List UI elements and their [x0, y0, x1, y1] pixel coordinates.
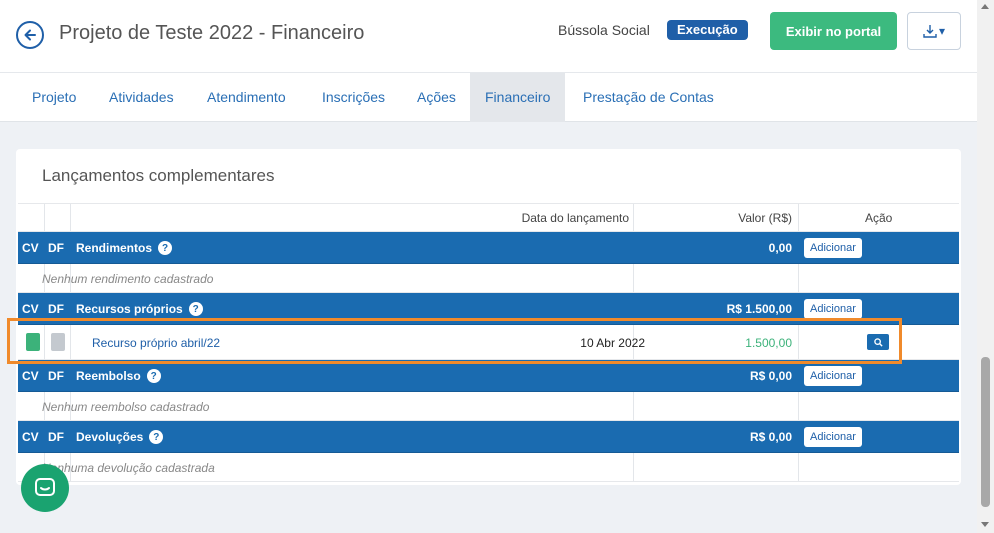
document-icon[interactable]	[51, 333, 65, 351]
tab-atividades[interactable]: Atividades	[94, 73, 189, 122]
cv-label: CV	[22, 369, 39, 383]
tab-atendimento[interactable]: Atendimento	[192, 73, 301, 122]
tab-inscricoes[interactable]: Inscrições	[307, 73, 400, 122]
caret-down-icon: ▾	[938, 24, 946, 38]
group-row-reembolso: CV DF Reembolso? R$ 0,00 Adicionar	[18, 360, 959, 392]
cv-label: CV	[22, 430, 39, 444]
empty-row: Nenhuma devolução cadastrada	[18, 453, 959, 482]
view-entry-button[interactable]	[867, 334, 889, 350]
tab-projeto[interactable]: Projeto	[17, 73, 91, 122]
status-badge: Execução	[667, 20, 748, 40]
column-header-action: Ação	[865, 211, 893, 225]
page-header: Projeto de Teste 2022 - Financeiro Bússo…	[0, 0, 977, 72]
page-scrollbar[interactable]	[977, 0, 994, 533]
tab-bar: Projeto Atividades Atendimento Inscriçõe…	[0, 72, 977, 122]
help-icon[interactable]: ?	[146, 369, 161, 383]
df-label: DF	[48, 302, 64, 316]
group-row-recursos-proprios: CV DF Recursos próprios? R$ 1.500,00 Adi…	[18, 293, 959, 325]
scroll-up-icon[interactable]	[981, 4, 989, 9]
group-name: Recursos próprios	[76, 302, 183, 316]
column-header-date: Data do lançamento	[521, 211, 629, 225]
df-label: DF	[48, 369, 64, 383]
empty-message: Nenhuma devolução cadastrada	[42, 461, 215, 475]
df-label: DF	[48, 430, 64, 444]
group-row-rendimentos: CV DF Rendimentos? 0,00 Adicionar	[18, 232, 959, 264]
entry-value: 1.500,00	[745, 336, 792, 350]
entries-table: Data do lançamento Valor (R$) Ação CV DF…	[18, 203, 959, 482]
empty-row: Nenhum reembolso cadastrado	[18, 392, 959, 421]
group-name: Devoluções	[76, 430, 144, 444]
group-row-devolucoes: CV DF Devoluções? R$ 0,00 Adicionar	[18, 421, 959, 453]
group-total: R$ 1.500,00	[726, 302, 792, 316]
help-icon[interactable]: ?	[188, 302, 203, 316]
add-reembolso-button[interactable]: Adicionar	[804, 366, 862, 386]
empty-message: Nenhum rendimento cadastrado	[42, 272, 214, 286]
search-icon	[873, 337, 883, 347]
add-rendimento-button[interactable]: Adicionar	[804, 238, 862, 258]
table-row[interactable]: Recurso próprio abril/22 10 Abr 2022 1.5…	[18, 325, 959, 360]
tab-acoes[interactable]: Ações	[402, 73, 471, 122]
entry-name-link[interactable]: Recurso próprio abril/22	[92, 336, 220, 350]
group-total: R$ 0,00	[749, 369, 792, 383]
page-title: Projeto de Teste 2022 - Financeiro	[59, 22, 365, 44]
scroll-down-icon[interactable]	[981, 522, 989, 527]
group-name: Rendimentos	[76, 241, 153, 255]
empty-message: Nenhum reembolso cadastrado	[42, 400, 210, 414]
scrollbar-thumb[interactable]	[981, 357, 990, 507]
add-recurso-proprio-button[interactable]: Adicionar	[804, 299, 862, 319]
group-total: 0,00	[768, 241, 792, 255]
download-icon	[923, 25, 937, 38]
group-total: R$ 0,00	[749, 430, 792, 444]
arrow-left-icon	[24, 29, 36, 41]
help-icon[interactable]: ?	[149, 430, 164, 444]
empty-row: Nenhum rendimento cadastrado	[18, 264, 959, 293]
help-icon[interactable]: ?	[158, 241, 173, 255]
show-in-portal-button[interactable]: Exibir no portal	[770, 12, 897, 50]
column-header-value: Valor (R$)	[738, 211, 792, 225]
entry-date: 10 Abr 2022	[580, 336, 645, 350]
export-dropdown-button[interactable]: ▾	[907, 12, 961, 50]
tab-prestacao-de-contas[interactable]: Prestação de Contas	[568, 73, 729, 122]
group-name: Reembolso	[76, 369, 141, 383]
back-button[interactable]	[16, 21, 44, 49]
organization-name: Bússola Social	[558, 22, 650, 38]
receipt-icon[interactable]	[26, 333, 40, 351]
cv-label: CV	[22, 302, 39, 316]
chat-icon	[35, 478, 55, 496]
table-header: Data do lançamento Valor (R$) Ação	[18, 203, 959, 232]
tab-financeiro[interactable]: Financeiro	[470, 73, 566, 122]
chat-launcher-button[interactable]	[21, 464, 69, 512]
add-devolucao-button[interactable]: Adicionar	[804, 427, 862, 447]
section-title: Lançamentos complementares	[42, 166, 275, 185]
complementary-entries-card: Lançamentos complementares Data do lança…	[16, 149, 961, 485]
df-label: DF	[48, 241, 64, 255]
cv-label: CV	[22, 241, 39, 255]
